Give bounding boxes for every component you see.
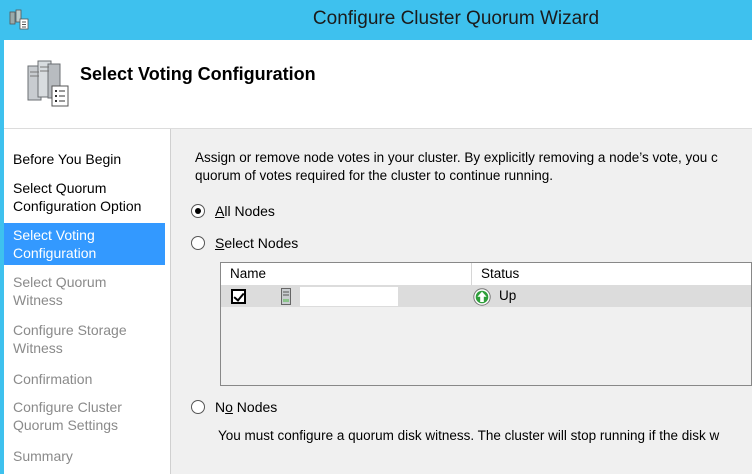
nav-step-select-voting-configuration[interactable]: Select Voting Configuration — [4, 223, 165, 265]
nav-step-select-quorum-configuration-option[interactable]: Select Quorum Configuration Option — [4, 179, 165, 215]
node-status: Up — [499, 288, 517, 303]
title-bar: Configure Cluster Quorum Wizard — [0, 0, 752, 40]
no-nodes-note: You must configure a quorum disk witness… — [218, 428, 720, 443]
all-nodes-option[interactable]: All Nodes — [191, 203, 275, 219]
nav-step-summary: Summary — [13, 448, 73, 464]
no-nodes-radio[interactable] — [191, 400, 205, 414]
select-nodes-label: Select Nodes — [215, 235, 299, 251]
nav-step-confirmation: Confirmation — [13, 371, 93, 387]
nav-step-configure-storage-witness: Configure Storage Witness — [13, 322, 127, 356]
description-line-2: quorum of votes required for the cluster… — [195, 168, 553, 183]
column-header-status[interactable]: Status — [481, 266, 519, 281]
page-title: Select Voting Configuration — [80, 64, 316, 84]
select-nodes-option[interactable]: Select Nodes — [191, 235, 298, 251]
select-nodes-radio[interactable] — [191, 236, 205, 250]
grid-header: Name Status — [221, 263, 751, 286]
nodes-grid: Name Status Up — [220, 262, 752, 386]
column-header-name[interactable]: Name — [230, 266, 266, 281]
description-line-1: Assign or remove node votes in your clus… — [195, 150, 718, 165]
nav-step-configure-cluster-quorum-settings: Configure Cluster Quorum Settings — [13, 399, 122, 433]
window-title: Configure Cluster Quorum Wizard — [312, 8, 600, 29]
description: Assign or remove node votes in your clus… — [195, 149, 752, 185]
server-node-icon — [281, 288, 291, 305]
node-vote-checkbox[interactable] — [231, 289, 246, 304]
cluster-servers-icon — [27, 60, 69, 107]
nav-step-before-you-begin[interactable]: Before You Begin — [4, 150, 165, 168]
all-nodes-radio[interactable] — [191, 204, 205, 218]
content-pane: Assign or remove node votes in your clus… — [171, 129, 752, 474]
no-nodes-label: No Nodes — [215, 399, 278, 415]
node-name — [300, 287, 398, 306]
no-nodes-option[interactable]: No Nodes — [191, 399, 277, 415]
nav-step-select-quorum-witness: Select Quorum Witness — [13, 274, 107, 308]
wizard-header: Select Voting Configuration — [4, 40, 752, 129]
table-row[interactable]: Up — [221, 285, 751, 307]
all-nodes-label: All Nodes — [215, 203, 275, 219]
wizard-steps-nav: Before You Begin Select Quorum Configura… — [4, 129, 171, 474]
column-divider[interactable] — [471, 263, 472, 285]
status-up-arrow-icon — [473, 288, 491, 306]
